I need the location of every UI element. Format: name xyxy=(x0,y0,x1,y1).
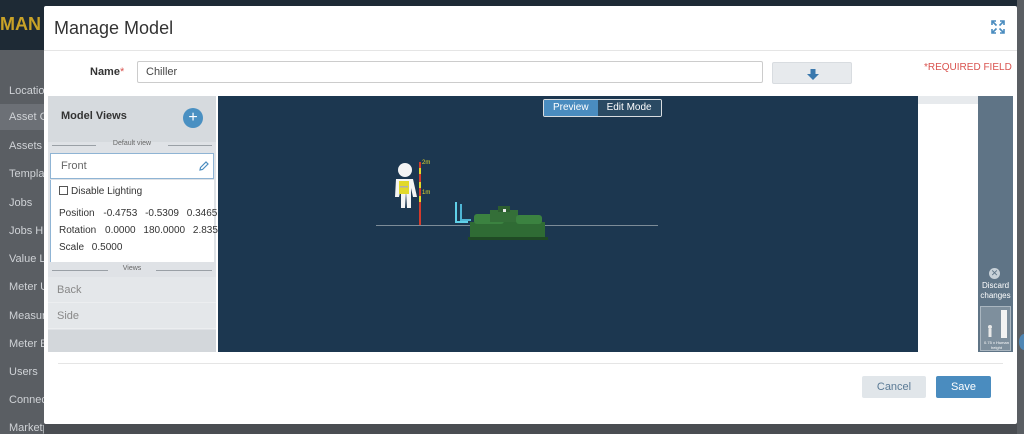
save-button[interactable]: Save xyxy=(936,376,991,398)
default-view-separator: Default view xyxy=(48,140,216,150)
app-logo: MAN xyxy=(0,14,41,34)
disable-lighting-label: Disable Lighting xyxy=(71,186,143,197)
sidebar-item[interactable]: Jobs xyxy=(0,190,44,216)
view-item-side[interactable]: Side xyxy=(48,303,216,329)
viewport-side-panel: ✕ Discard changes 0.75 x Human height xyxy=(978,96,1013,352)
manage-model-dialog: Manage Model Name* *REQUIRED FIELD Model… xyxy=(44,6,1017,424)
header-divider xyxy=(44,50,1017,51)
sidebar-item[interactable]: Templat xyxy=(0,161,44,187)
human-height-indicator[interactable]: 0.75 x Human height xyxy=(980,306,1011,351)
scale-row: Scale 0.5000 xyxy=(59,242,122,253)
name-input[interactable] xyxy=(137,61,763,83)
viewport-side-strip xyxy=(918,96,978,104)
rotation-label: Rotation xyxy=(59,225,97,236)
sidebar-item[interactable]: Assets xyxy=(0,133,44,159)
app-sidebar: Location Asset C Assets Templat Jobs Job… xyxy=(0,50,44,434)
scale-value: 0.5000 xyxy=(91,242,123,253)
required-marker: * xyxy=(119,66,125,78)
sidebar-item[interactable]: Meter E xyxy=(0,331,44,357)
add-view-button[interactable]: + xyxy=(183,108,203,128)
name-label: Name* xyxy=(90,66,124,78)
sidebar-item[interactable]: Measure xyxy=(0,303,44,329)
mode-toggle: Preview Edit Mode xyxy=(543,99,662,117)
chiller-model xyxy=(468,206,548,240)
sidebar-item[interactable]: Jobs His xyxy=(0,218,44,244)
rotation-y: 180.0000 xyxy=(143,225,186,236)
position-y: -0.5309 xyxy=(145,208,179,219)
discard-changes-button[interactable]: Discard changes xyxy=(978,281,1013,301)
app-right-edge xyxy=(1017,0,1024,434)
disable-lighting-row[interactable]: Disable Lighting xyxy=(59,186,142,197)
pencil-icon[interactable] xyxy=(198,160,210,172)
view-item-front[interactable]: Front xyxy=(50,153,214,179)
view-item-back[interactable]: Back xyxy=(48,277,216,303)
rotation-row: Rotation 0.0000 180.0000 2.8350 xyxy=(59,225,224,236)
model-viewport[interactable]: Preview Edit Mode 2m 1m xyxy=(218,96,918,352)
human-scale-figure xyxy=(395,163,417,208)
view-details: Disable Lighting Position -0.4753 -0.530… xyxy=(50,180,224,262)
ruler-label-1m: 1m xyxy=(422,190,430,196)
sidebar-item[interactable]: Asset C xyxy=(0,104,44,130)
human-height-icon xyxy=(988,310,1007,338)
cancel-button[interactable]: Cancel xyxy=(862,376,926,398)
views-panel-header: Model Views + xyxy=(48,96,216,142)
views-panel-title: Model Views xyxy=(61,110,127,122)
sidebar-item[interactable]: Value Li xyxy=(0,246,44,272)
model-scene: 2m 1m xyxy=(395,160,548,240)
model-views-panel: Model Views + Default view Front Disable… xyxy=(48,96,224,352)
required-field-note: *REQUIRED FIELD xyxy=(924,62,1012,73)
sidebar-item[interactable]: Users xyxy=(0,359,44,385)
human-height-caption: 0.75 x Human height xyxy=(984,340,1009,350)
position-label: Position xyxy=(59,208,95,219)
disable-lighting-checkbox[interactable] xyxy=(59,186,68,195)
views-panel-footer xyxy=(48,330,216,352)
viewport-side-blank xyxy=(918,96,978,352)
scale-label: Scale xyxy=(59,242,85,253)
views-separator: Views xyxy=(48,265,216,275)
position-z: 0.3465 xyxy=(186,208,218,219)
rotation-x: 0.0000 xyxy=(105,225,136,236)
position-x: -0.4753 xyxy=(103,208,138,219)
sidebar-item[interactable]: Location xyxy=(0,78,44,104)
close-circle-icon[interactable]: ✕ xyxy=(989,268,1000,279)
ruler-label-2m: 2m xyxy=(422,160,430,166)
expand-icon[interactable] xyxy=(991,20,1005,34)
edit-mode-button[interactable]: Edit Mode xyxy=(597,100,661,116)
view-front-label: Front xyxy=(61,160,87,172)
app-help-knob[interactable] xyxy=(1019,334,1024,350)
position-row: Position -0.4753 -0.5309 0.3465 xyxy=(59,208,217,219)
name-label-text: Name xyxy=(90,66,120,78)
dialog-title: Manage Model xyxy=(54,18,174,38)
footer-divider xyxy=(58,363,1003,364)
preview-mode-button[interactable]: Preview xyxy=(544,100,598,116)
arrow-down-icon xyxy=(807,69,819,80)
download-button[interactable] xyxy=(772,62,852,84)
sidebar-item[interactable]: Marketplace xyxy=(0,415,44,434)
sidebar-item[interactable]: Meter U xyxy=(0,274,44,300)
sidebar-item[interactable]: Connect xyxy=(0,387,44,413)
